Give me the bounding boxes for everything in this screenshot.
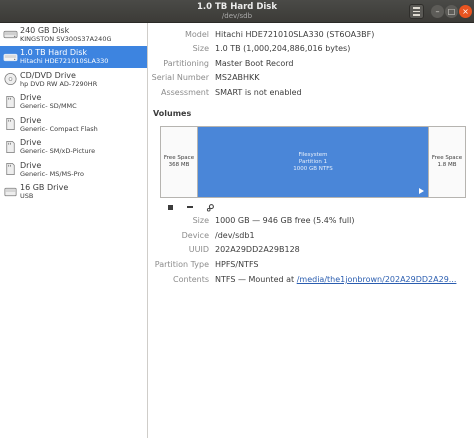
drive-name: CD/DVD Drive <box>20 70 76 80</box>
drive-name: 1.0 TB Hard Disk <box>20 48 88 58</box>
model-value: Hitachi HDE721010SLA330 (ST6OA3BF) <box>215 30 375 39</box>
card-reader-icon <box>6 163 15 175</box>
window-title: 1.0 TB Hard Disk <box>196 2 278 12</box>
contents-label: Contents <box>173 275 209 284</box>
size-label: Size <box>192 44 209 53</box>
volumes-heading: Volumes <box>153 109 192 118</box>
stop-icon <box>167 204 173 210</box>
minus-icon <box>187 206 193 208</box>
hard-disk-icon <box>3 53 18 61</box>
free-space-segment-left[interactable]: Free Space 368 MB <box>161 127 197 197</box>
contents-value: NTFS — Mounted at /media/the1jonbrown/20… <box>215 275 456 284</box>
segment-title: Filesystem <box>298 151 328 158</box>
partition-type-row: Partition Type HPFS/NTFS <box>149 259 474 273</box>
assessment-value: SMART is not enabled <box>215 88 302 97</box>
uuid-label: UUID <box>188 245 209 254</box>
serial-row: Serial Number MS2ABHKK <box>149 72 474 86</box>
contents-prefix: NTFS — Mounted at <box>215 275 297 284</box>
disk-details-pane: Model Hitachi HDE721010SLA330 (ST6OA3BF)… <box>149 23 474 438</box>
maximize-button[interactable]: □ <box>445 5 458 18</box>
card-reader-icon <box>6 95 15 108</box>
drive-name: 240 GB Disk <box>20 25 70 35</box>
hard-disk-icon <box>3 30 18 39</box>
minimize-button[interactable]: – <box>431 5 444 18</box>
drive-desc: KINGSTON SV300S37A240G <box>20 34 112 43</box>
partitioning-row: Partitioning Master Boot Record <box>149 58 474 72</box>
segment-title: Free Space <box>163 155 195 161</box>
contents-row: Contents NTFS — Mounted at /media/the1jo… <box>149 274 474 288</box>
partitioning-label: Partitioning <box>163 59 209 68</box>
drive-desc: Generic- SD/MMC <box>20 102 77 111</box>
drive-item-sm-xd[interactable]: Drive Generic- SM/xD-Picture <box>0 136 147 159</box>
uuid-value: 202A29DD2A29B128 <box>215 245 300 254</box>
uuid-row: UUID 202A29DD2A29B128 <box>149 244 474 258</box>
mount-point-link[interactable]: /media/the1jonbrown/202A29DD2A29... <box>297 275 457 284</box>
drive-item-240gb[interactable]: 240 GB Disk KINGSTON SV300S37A240G <box>0 23 147 46</box>
assessment-row: Assessment SMART is not enabled <box>149 87 474 101</box>
close-button[interactable]: × <box>459 5 472 18</box>
card-reader-icon <box>6 140 15 153</box>
partition-type-label: Partition Type <box>154 260 209 269</box>
drive-sidebar: 240 GB Disk KINGSTON SV300S37A240G 1.0 T… <box>0 23 148 438</box>
size-row: Size 1.0 TB (1,000,204,886,016 bytes) <box>149 43 474 57</box>
drive-name: Drive <box>20 138 42 148</box>
partition-size-value: 1000 GB — 946 GB free (5.4% full) <box>215 216 355 225</box>
serial-label: Serial Number <box>151 73 209 82</box>
device-value: /dev/sdb1 <box>215 231 255 240</box>
partition-type-value: HPFS/NTFS <box>215 260 259 269</box>
delete-partition-button[interactable] <box>185 202 195 212</box>
drive-desc: Generic- Compact Flash <box>20 124 98 133</box>
model-row: Model Hitachi HDE721010SLA330 (ST6OA3BF) <box>149 29 474 43</box>
partition-size-label: Size <box>192 216 209 225</box>
device-label: Device <box>181 231 209 240</box>
serial-value: MS2ABHKK <box>215 73 260 82</box>
assessment-label: Assessment <box>161 88 209 97</box>
drive-name: Drive <box>20 160 42 170</box>
drive-item-compact-flash[interactable]: Drive Generic- Compact Flash <box>0 113 147 136</box>
model-label: Model <box>184 30 209 39</box>
free-space-segment-right[interactable]: Free Space 1.8 MB <box>429 127 465 197</box>
drive-item-1tb[interactable]: 1.0 TB Hard Disk Hitachi HDE721010SLA330 <box>0 45 147 68</box>
drive-name: Drive <box>20 93 42 103</box>
usb-drive-icon <box>4 187 17 196</box>
segment-size: 1000 GB NTFS <box>293 165 333 172</box>
segment-partition: Partition 1 <box>298 158 328 165</box>
unmount-button[interactable] <box>165 202 175 212</box>
title-bar: 1.0 TB Hard Disk /dev/sdb – □ × <box>0 0 474 23</box>
partition-options-button[interactable] <box>205 202 215 212</box>
drive-name: 16 GB Drive <box>20 183 69 193</box>
partition-size-row: Size 1000 GB — 946 GB free (5.4% full) <box>149 215 474 229</box>
hamburger-menu-icon[interactable] <box>409 4 424 19</box>
segment-size: 368 MB <box>168 162 190 168</box>
drive-item-ms-pro[interactable]: Drive Generic- MS/MS-Pro <box>0 158 147 181</box>
card-reader-icon <box>6 118 15 130</box>
segment-title: Free Space <box>431 155 463 161</box>
drive-item-sd-mmc[interactable]: Drive Generic- SD/MMC <box>0 91 147 114</box>
gears-icon <box>206 203 214 212</box>
drive-desc: Generic- MS/MS-Pro <box>20 169 84 178</box>
partitioning-value: Master Boot Record <box>215 59 294 68</box>
drive-desc: USB <box>20 192 34 201</box>
drive-desc: Generic- SM/xD-Picture <box>20 147 96 156</box>
drive-desc: Hitachi HDE721010SLA330 <box>20 57 109 66</box>
drive-name: Drive <box>20 115 42 125</box>
window-subtitle: /dev/sdb <box>221 12 253 20</box>
drive-item-16gb-usb[interactable]: 16 GB Drive USB <box>0 181 147 204</box>
drive-item-cd-dvd[interactable]: CD/DVD Drive hp DVD RW AD-7290HR <box>0 68 147 91</box>
volume-toolbar <box>165 201 215 213</box>
size-value: 1.0 TB (1,000,204,886,016 bytes) <box>215 44 351 53</box>
filesystem-partition-segment[interactable]: Filesystem Partition 1 1000 GB NTFS <box>197 127 429 197</box>
drive-desc: hp DVD RW AD-7290HR <box>20 79 98 88</box>
volume-map: Free Space 368 MB Filesystem Partition 1… <box>160 126 466 198</box>
optical-disc-icon <box>4 73 17 85</box>
device-row: Device /dev/sdb1 <box>149 230 474 244</box>
segment-size: 1.8 MB <box>437 162 457 168</box>
mounted-indicator-icon <box>419 188 424 194</box>
